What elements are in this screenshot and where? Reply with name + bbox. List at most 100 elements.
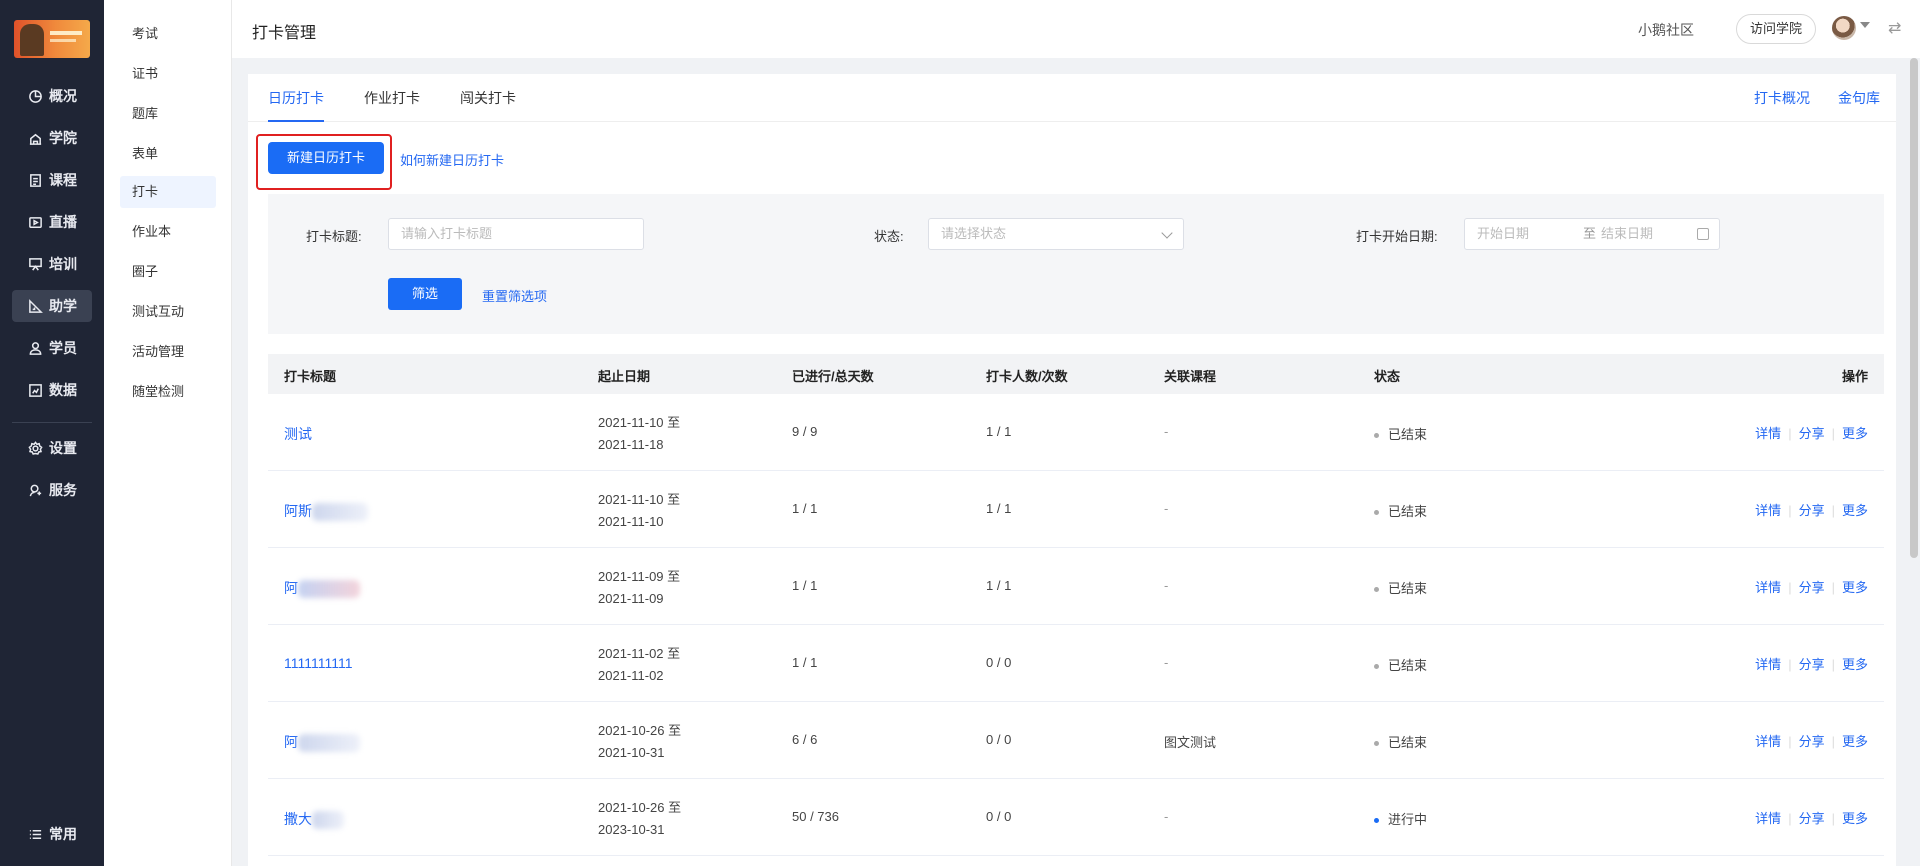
details-link[interactable]: 详情 <box>1755 426 1781 441</box>
linked-course: - <box>1164 655 1169 670</box>
status-dot <box>1374 587 1379 593</box>
share-link[interactable]: 分享 <box>1799 811 1825 826</box>
checkin-count: 1 / 1 <box>986 578 1012 593</box>
vertical-scrollbar[interactable] <box>1910 58 1918 558</box>
status-dot <box>1374 433 1379 439</box>
column-actions: 操作 <box>1841 369 1868 384</box>
sidebar-item-academy[interactable]: 学院 <box>12 122 92 154</box>
filter-panel: 打卡标题: 请输入打卡标题 状态: 请选择状态 打卡开始日期: 开始日期 至 结… <box>268 194 1884 334</box>
reset-filters-link[interactable]: 重置筛选项 <box>482 286 547 305</box>
status-dot <box>1374 510 1379 516</box>
share-link[interactable]: 分享 <box>1799 426 1825 441</box>
subnav-item-question-bank[interactable]: 题库 <box>120 98 216 130</box>
date-range: 2021-11-10 至 2021-11-10 <box>598 492 681 529</box>
status-select-placeholder: 请选择状态 <box>941 226 1007 241</box>
status-select[interactable]: 请选择状态 <box>928 218 1184 250</box>
more-link[interactable]: 更多 <box>1842 503 1868 518</box>
more-link[interactable]: 更多 <box>1842 657 1868 672</box>
table-row: 阿斯 2021-11-10 至 2021-11-10 1 / 1 1 / 1 - … <box>268 471 1884 548</box>
swap-icon[interactable]: ⇄ <box>1888 18 1901 38</box>
more-link[interactable]: 更多 <box>1842 580 1868 595</box>
status-dot <box>1374 664 1379 670</box>
column-progress: 已进行/总天数 <box>792 369 874 384</box>
date-range-picker[interactable]: 开始日期 至 结束日期 <box>1464 218 1720 250</box>
subnav-item-forms[interactable]: 表单 <box>120 138 216 170</box>
details-link[interactable]: 详情 <box>1755 580 1781 595</box>
details-link[interactable]: 详情 <box>1755 503 1781 518</box>
subnav-item-circle[interactable]: 圈子 <box>120 256 216 288</box>
tab-calendar-checkin[interactable]: 日历打卡 <box>268 88 324 122</box>
title-filter-input[interactable]: 请输入打卡标题 <box>388 218 644 250</box>
tab-homework-checkin[interactable]: 作业打卡 <box>364 88 420 120</box>
quotes-library-link[interactable]: 金句库 <box>1838 88 1880 108</box>
redacted-blur <box>298 580 360 599</box>
linked-course: - <box>1164 501 1169 516</box>
column-status: 状态 <box>1374 369 1401 384</box>
share-link[interactable]: 分享 <box>1799 580 1825 595</box>
sidebar-item-training[interactable]: 培训 <box>12 248 92 280</box>
top-bar: 打卡管理 小鹅社区 访问学院 ⇄ <box>232 0 1920 58</box>
visit-academy-button[interactable]: 访问学院 <box>1736 14 1816 44</box>
progress-days: 6 / 6 <box>792 732 818 747</box>
sidebar-item-service[interactable]: 服务 <box>12 474 92 506</box>
share-link[interactable]: 分享 <box>1799 657 1825 672</box>
subnav-item-activities[interactable]: 活动管理 <box>120 336 216 368</box>
more-link[interactable]: 更多 <box>1842 734 1868 749</box>
document-icon <box>28 173 43 188</box>
more-link[interactable]: 更多 <box>1842 811 1868 826</box>
checkin-title-link[interactable]: 阿斯 <box>284 501 368 522</box>
date-filter-label: 打卡开始日期: <box>1356 229 1438 244</box>
column-count: 打卡人数/次数 <box>986 369 1068 384</box>
table-row: 测试 2021-11-10 至 2021-11-18 9 / 9 1 / 1 - … <box>268 394 1884 471</box>
date-range: 2021-10-26 至 2023-10-31 <box>598 800 682 837</box>
subnav-item-quiz-interaction[interactable]: 测试互动 <box>120 296 216 328</box>
sidebar-item-live[interactable]: 直播 <box>12 206 92 238</box>
sidebar-item-courses[interactable]: 课程 <box>12 164 92 196</box>
service-icon <box>28 483 43 498</box>
subnav-item-class-test[interactable]: 随堂检测 <box>120 376 216 408</box>
checkin-overview-link[interactable]: 打卡概况 <box>1754 88 1810 108</box>
tab-level-checkin[interactable]: 闯关打卡 <box>460 88 516 120</box>
sidebar-item-overview[interactable]: 概况 <box>12 80 92 112</box>
checkin-title-link[interactable]: 1111111111 <box>284 655 353 671</box>
details-link[interactable]: 详情 <box>1755 734 1781 749</box>
status-badge: 进行中 <box>1374 809 1427 828</box>
filter-button[interactable]: 筛选 <box>388 278 462 310</box>
checkin-title-link[interactable]: 撒大 <box>284 809 344 830</box>
subnav-item-homework[interactable]: 作业本 <box>120 216 216 248</box>
linked-course: - <box>1164 424 1169 439</box>
checkin-title-link[interactable]: 阿 <box>284 578 360 599</box>
checkin-title-link[interactable]: 测试 <box>284 424 312 444</box>
live-icon <box>28 215 43 230</box>
community-link[interactable]: 小鹅社区 <box>1638 20 1694 40</box>
checkin-title-link[interactable]: 阿 <box>284 732 360 753</box>
academy-logo[interactable] <box>14 20 90 58</box>
help-link[interactable]: 如何新建日历打卡 <box>400 150 504 169</box>
progress-days: 50 / 736 <box>792 809 839 824</box>
status-badge: 已结束 <box>1374 578 1427 597</box>
table-row: 阿 2021-10-26 至 2021-10-31 6 / 6 0 / 0 图文测… <box>268 702 1884 779</box>
sidebar-item-assist[interactable]: 助学 <box>12 290 92 322</box>
sidebar-item-settings[interactable]: 设置 <box>12 432 92 464</box>
progress-days: 1 / 1 <box>792 655 818 670</box>
subnav-item-certificate[interactable]: 证书 <box>120 58 216 90</box>
share-link[interactable]: 分享 <box>1799 734 1825 749</box>
table-row: 阿 2021-11-09 至 2021-11-09 1 / 1 1 / 1 - 已… <box>268 548 1884 625</box>
sidebar-item-data[interactable]: 数据 <box>12 374 92 406</box>
new-calendar-checkin-button[interactable]: 新建日历打卡 <box>268 142 384 174</box>
subnav-item-checkin[interactable]: 打卡 <box>120 176 216 208</box>
chevron-down-icon[interactable] <box>1860 22 1870 28</box>
start-date-placeholder: 开始日期 <box>1477 226 1530 241</box>
details-link[interactable]: 详情 <box>1755 657 1781 672</box>
avatar[interactable] <box>1832 16 1856 40</box>
row-actions: 详情 | 分享 | 更多 <box>1755 580 1868 595</box>
status-filter-label: 状态: <box>874 229 904 244</box>
ruler-icon <box>28 298 43 314</box>
subnav-item-exam[interactable]: 考试 <box>120 18 216 50</box>
sidebar-item-students[interactable]: 学员 <box>12 332 92 364</box>
more-link[interactable]: 更多 <box>1842 426 1868 441</box>
share-link[interactable]: 分享 <box>1799 503 1825 518</box>
checkin-tabs: 日历打卡 作业打卡 闯关打卡 打卡概况 金句库 <box>248 74 1896 122</box>
sidebar-item-common[interactable]: 常用 <box>12 818 92 850</box>
details-link[interactable]: 详情 <box>1755 811 1781 826</box>
